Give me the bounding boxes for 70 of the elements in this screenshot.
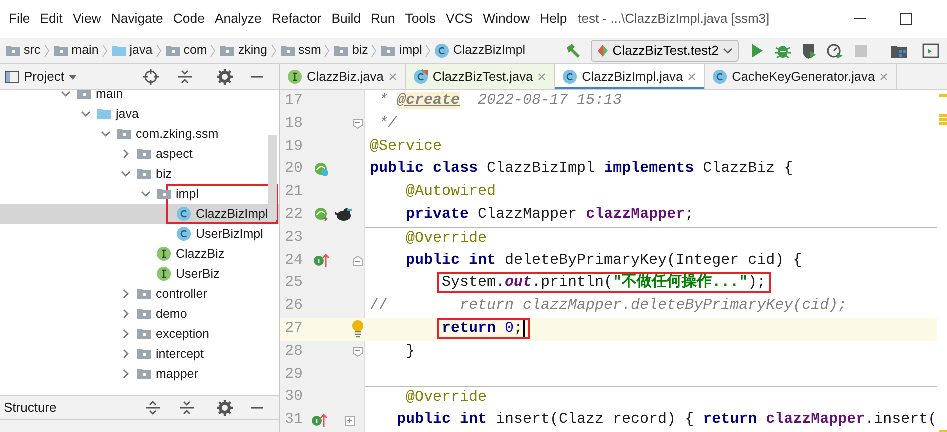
tree-item[interactable]: UserBizImpl: [0, 224, 279, 244]
menu-item[interactable]: Code: [168, 7, 210, 31]
menu-item[interactable]: Help: [535, 7, 572, 31]
line-number: 25: [284, 273, 304, 294]
line-number: 17: [284, 91, 304, 111]
menu-item[interactable]: Refactor: [266, 7, 327, 31]
menu-item[interactable]: Window: [478, 7, 536, 31]
code-line: }: [405, 342, 416, 362]
breadcrumb-item[interactable]: zking: [218, 41, 269, 60]
code-line: // return clazzMapper.deleteByPrimaryKey(cid);: [369, 296, 848, 316]
tree-item[interactable]: java: [0, 104, 279, 124]
menu-item[interactable]: Build: [326, 7, 366, 31]
line-number: 31: [284, 410, 304, 430]
code-line: @Override: [365, 386, 938, 410]
line-number: 27: [284, 318, 304, 339]
tree-item[interactable]: ClazzBiz: [0, 244, 279, 264]
run-config-dropdown[interactable]: ClazzBizTest.test2: [590, 40, 739, 62]
breadcrumb-item[interactable]: ssm: [278, 41, 322, 60]
tree-item[interactable]: demo: [0, 304, 279, 324]
tree-item[interactable]: main: [0, 90, 279, 104]
menu-item[interactable]: Analyze: [210, 7, 267, 31]
menu-item[interactable]: Edit: [35, 7, 68, 31]
code-line: return 0;: [365, 318, 938, 341]
breadcrumb-item[interactable]: com: [164, 41, 208, 60]
breadcrumb-item[interactable]: java: [110, 41, 154, 60]
code-line: @Override: [365, 226, 938, 250]
menu-item[interactable]: File: [4, 7, 36, 31]
code-line: */: [378, 114, 398, 134]
tree-item[interactable]: intercept: [0, 344, 279, 364]
line-number: 23: [284, 228, 304, 248]
breadcrumb-item[interactable]: impl: [379, 41, 424, 60]
menu-item[interactable]: Navigate: [106, 7, 168, 31]
tree-item[interactable]: aspect: [0, 144, 279, 164]
line-number: 22: [284, 204, 304, 225]
line-number: 19: [284, 136, 304, 157]
tree-item[interactable]: controller: [0, 284, 279, 304]
panel-dropdown[interactable]: Project: [24, 66, 78, 86]
tree-item[interactable]: UserBiz: [0, 264, 279, 284]
code-line: public int deleteByPrimaryKey(Integer cid) {: [405, 250, 804, 271]
editor-tab[interactable]: ClazzBizImpl.java: [555, 64, 706, 89]
editor-tab[interactable]: ClazzBizTest.java: [406, 64, 556, 89]
breadcrumb-item[interactable]: src: [4, 41, 42, 60]
menu-item[interactable]: VCS: [441, 7, 478, 31]
breadcrumb-item[interactable]: main: [52, 41, 100, 60]
code-line: private ClazzMapper clazzMapper;: [405, 204, 696, 225]
code-line: @Service: [369, 136, 444, 157]
tree-item[interactable]: ClazzBizImpl: [0, 204, 279, 224]
tree-item[interactable]: exception: [0, 324, 279, 344]
tree-item[interactable]: mapper: [0, 364, 279, 384]
line-number: 29: [284, 364, 304, 385]
menu-item[interactable]: View: [68, 7, 106, 31]
breadcrumb-item[interactable]: biz: [332, 41, 370, 60]
breadcrumb-item[interactable]: ClazzBizImpl: [433, 41, 527, 60]
code-line: @Autowired: [405, 182, 498, 202]
tree-item[interactable]: com.zking.ssm: [0, 124, 279, 144]
code-line: public class ClazzBizImpl implements ClazzBiz {: [369, 159, 794, 180]
line-number: 21: [284, 182, 304, 202]
window-title: test - ...\ClazzBizImpl.java [ssm3]: [578, 10, 770, 28]
tree-item[interactable]: biz: [0, 164, 279, 184]
code-line: public int insert(Clazz record) { return clazzMapper.insert(: [396, 410, 938, 430]
panel-title: Structure: [4, 398, 57, 417]
line-number: 18: [284, 114, 304, 134]
code-line: * @create 2022-08-17 15:13: [378, 91, 624, 111]
line-number: 28: [284, 342, 304, 362]
menu-item[interactable]: Run: [366, 7, 400, 31]
line-number: 24: [284, 250, 304, 271]
line-number: 30: [284, 387, 304, 408]
menu-item[interactable]: Tools: [400, 7, 442, 31]
line-number: 20: [284, 159, 304, 180]
line-number: 26: [284, 296, 304, 316]
